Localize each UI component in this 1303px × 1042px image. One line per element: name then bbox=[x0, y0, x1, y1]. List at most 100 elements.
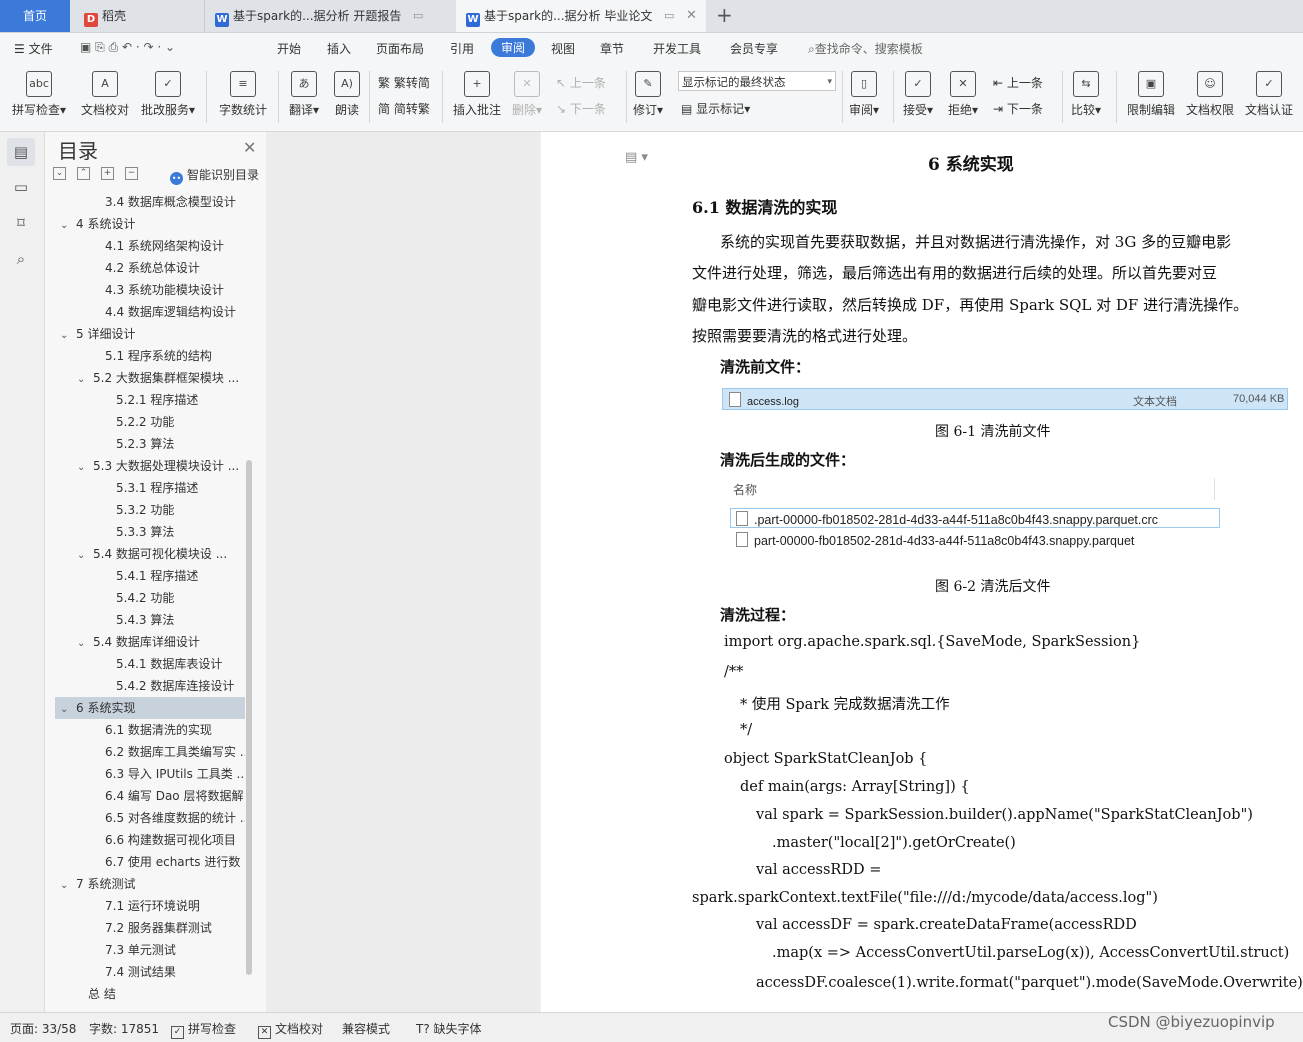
toc-item[interactable]: 4.3 系统功能模块设计 bbox=[55, 279, 245, 301]
word-count[interactable]: 字数: 17851 bbox=[89, 1020, 159, 1037]
menu-file[interactable]: ☰ 文件 bbox=[14, 40, 53, 57]
toc-item[interactable]: 6.7 使用 echarts 进行数 ... bbox=[55, 851, 245, 873]
toc-item[interactable]: 5.4.1 数据库表设计 bbox=[55, 653, 245, 675]
bookmark-icon[interactable]: ⌑ bbox=[10, 212, 32, 234]
menu-insert[interactable]: 插入 bbox=[327, 40, 351, 57]
to-simplified-button[interactable]: 简 简转繁 bbox=[378, 100, 430, 117]
track-changes-button[interactable]: ✎ 修订▾ bbox=[633, 71, 663, 118]
page-options-icon[interactable]: ▤ ▾ bbox=[625, 150, 648, 165]
chevron-down-icon[interactable]: ⌄ bbox=[77, 369, 89, 389]
search-icon[interactable]: ⌕ bbox=[10, 248, 32, 270]
smart-toc-button[interactable]: •• 智能识别目录 bbox=[170, 166, 259, 185]
tab-thesis-doc[interactable]: W 基于spark的...据分析 毕业论文 ▭ ✕ bbox=[456, 0, 706, 32]
accept-button[interactable]: ✓ 接受▾ bbox=[903, 71, 933, 118]
compare-button[interactable]: ⇆ 比较▾ bbox=[1071, 71, 1101, 118]
toc-item[interactable]: 6.3 导入 IPUtils 工具类 ... bbox=[55, 763, 245, 785]
close-icon[interactable]: ✕ bbox=[686, 0, 697, 32]
toc-item[interactable]: 5.2.3 算法 bbox=[55, 433, 245, 455]
close-icon[interactable]: ✕ bbox=[243, 138, 256, 157]
toc-item[interactable]: ⌄ 5.4 数据可视化模块设 ... bbox=[55, 543, 245, 565]
menu-member[interactable]: 会员专享 bbox=[730, 40, 778, 57]
menu-chapter[interactable]: 章节 bbox=[600, 40, 624, 57]
remove-heading-icon[interactable]: − bbox=[125, 167, 138, 180]
to-traditional-button[interactable]: 繁 繁转简 bbox=[378, 74, 430, 91]
toc-item[interactable]: 5.4.2 功能 bbox=[55, 587, 245, 609]
expand-up-icon[interactable]: ⌃ bbox=[77, 167, 90, 180]
reject-button[interactable]: ✕ 拒绝▾ bbox=[948, 71, 978, 118]
toc-item[interactable]: 5.2.2 功能 bbox=[55, 411, 245, 433]
toc-item[interactable]: 6.2 数据库工具类编写实 ... bbox=[55, 741, 245, 763]
toc-item[interactable]: 5.3.2 功能 bbox=[55, 499, 245, 521]
chevron-down-icon[interactable]: ⌄ bbox=[77, 633, 89, 653]
annotate-service-button[interactable]: ✓ 批改服务▾ bbox=[141, 71, 195, 118]
new-tab-button[interactable]: + bbox=[716, 4, 733, 26]
markup-mode-select[interactable]: 显示标记的最终状态 ▾ bbox=[678, 71, 836, 91]
toc-item[interactable]: 4.1 系统网络架构设计 bbox=[55, 235, 245, 257]
toc-item[interactable]: 5.3.3 算法 bbox=[55, 521, 245, 543]
toc-panel-icon[interactable]: ▤ bbox=[7, 138, 35, 166]
read-aloud-button[interactable]: A) 朗读 bbox=[334, 71, 360, 118]
toc-item[interactable]: ⌄ 5.3 大数据处理模块设计 ... bbox=[55, 455, 245, 477]
toc-item[interactable]: 6.5 对各维度数据的统计 ... bbox=[55, 807, 245, 829]
missing-font-status[interactable]: T? 缺失字体 bbox=[416, 1020, 482, 1037]
command-search[interactable]: ⌕查找命令、搜索模板 bbox=[808, 40, 923, 57]
toc-item[interactable]: 5.4.3 算法 bbox=[55, 609, 245, 631]
page-indicator[interactable]: 页面: 33/58 bbox=[10, 1020, 76, 1037]
next-comment-button[interactable]: ↘ 下一条 bbox=[556, 100, 606, 117]
toc-item[interactable]: 7.3 单元测试 bbox=[55, 939, 245, 961]
tab-proposal-doc[interactable]: W 基于spark的...据分析 开题报告 ▭ bbox=[204, 0, 450, 32]
menu-view[interactable]: 视图 bbox=[551, 40, 575, 57]
menu-developer[interactable]: 开发工具 bbox=[653, 40, 701, 57]
toc-item[interactable]: 3.4 数据库概念模型设计 bbox=[55, 191, 245, 213]
toc-item[interactable]: 5.3.1 程序描述 bbox=[55, 477, 245, 499]
toc-item[interactable]: ⌄ 5.4 数据库详细设计 bbox=[55, 631, 245, 653]
quick-access-icons[interactable]: ▣ ⎘ ⎙ ↶ · ↷ · ⌄ bbox=[80, 40, 175, 55]
chevron-down-icon[interactable]: ⌄ bbox=[77, 545, 89, 565]
toc-item[interactable]: 4.4 数据库逻辑结构设计 bbox=[55, 301, 245, 323]
next-change-button[interactable]: ⇥ 下一条 bbox=[993, 100, 1043, 117]
menu-review[interactable]: 审阅 bbox=[491, 38, 536, 57]
toc-item[interactable]: 6.1 数据清洗的实现 bbox=[55, 719, 245, 741]
toc-item[interactable]: ⌄ 5.2 大数据集群框架模块 ... bbox=[55, 367, 245, 389]
toc-item[interactable]: ⌄ 7 系统测试 bbox=[55, 873, 245, 895]
toc-item[interactable]: 7.1 运行环境说明 bbox=[55, 895, 245, 917]
toc-item[interactable]: ⌄ 5 详细设计 bbox=[55, 323, 245, 345]
delete-comment-button[interactable]: ✕ 删除▾ bbox=[512, 71, 542, 118]
prev-comment-button[interactable]: ↖ 上一条 bbox=[556, 74, 606, 91]
translate-button[interactable]: あ翻译▾ bbox=[289, 71, 319, 118]
chapter-nav-icon[interactable]: ▭ bbox=[10, 176, 32, 198]
doc-permission-button[interactable]: ☺ 文档权限 bbox=[1186, 71, 1234, 118]
toc-item[interactable]: ⌄ 6 系统实现 bbox=[55, 697, 245, 719]
tab-home[interactable]: 首页 bbox=[0, 0, 70, 32]
chevron-down-icon[interactable]: ⌄ bbox=[60, 699, 72, 719]
doc-proof-button[interactable]: A 文档校对 bbox=[81, 71, 129, 118]
doc-certify-button[interactable]: ✓ 文档认证 bbox=[1245, 71, 1293, 118]
tab-docer[interactable]: D 稻壳 bbox=[72, 0, 196, 32]
review-pane-button[interactable]: ▯ 审阅▾ bbox=[849, 71, 879, 118]
menu-start[interactable]: 开始 bbox=[277, 40, 301, 57]
toc-item[interactable]: 4.2 系统总体设计 bbox=[55, 257, 245, 279]
collapse-all-icon[interactable]: ⌄ bbox=[53, 167, 66, 180]
show-markup-button[interactable]: ▤ 显示标记▾ bbox=[681, 100, 750, 117]
insert-comment-button[interactable]: + 插入批注 bbox=[453, 71, 501, 118]
toc-scrollbar[interactable] bbox=[246, 460, 252, 975]
toc-item[interactable]: 7.4 测试结果 bbox=[55, 961, 245, 983]
chevron-down-icon[interactable]: ⌄ bbox=[60, 875, 72, 895]
toc-item[interactable]: 5.4.2 数据库连接设计 bbox=[55, 675, 245, 697]
window-icon[interactable]: ▭ bbox=[664, 0, 674, 32]
toc-item[interactable]: 7.2 服务器集群测试 bbox=[55, 917, 245, 939]
toc-item[interactable]: 5.4.1 程序描述 bbox=[55, 565, 245, 587]
add-heading-icon[interactable]: + bbox=[101, 167, 114, 180]
menu-page-layout[interactable]: 页面布局 bbox=[376, 40, 424, 57]
spell-check-button[interactable]: abc 拼写检查▾ bbox=[12, 71, 66, 118]
chevron-down-icon[interactable]: ⌄ bbox=[60, 215, 72, 235]
prev-change-button[interactable]: ⇤ 上一条 bbox=[993, 74, 1043, 91]
spell-check-status[interactable]: ✓ 拼写检查 bbox=[171, 1020, 236, 1039]
toc-item[interactable]: 总 结 bbox=[55, 983, 245, 1005]
menu-reference[interactable]: 引用 bbox=[450, 40, 474, 57]
toc-item[interactable]: ⌄ 4 系统设计 bbox=[55, 213, 245, 235]
word-count-button[interactable]: ≡ 字数统计 bbox=[219, 71, 267, 118]
toc-item[interactable]: 5.2.1 程序描述 bbox=[55, 389, 245, 411]
chevron-down-icon[interactable]: ⌄ bbox=[77, 457, 89, 477]
proof-status[interactable]: ✕ 文档校对 bbox=[258, 1020, 323, 1039]
